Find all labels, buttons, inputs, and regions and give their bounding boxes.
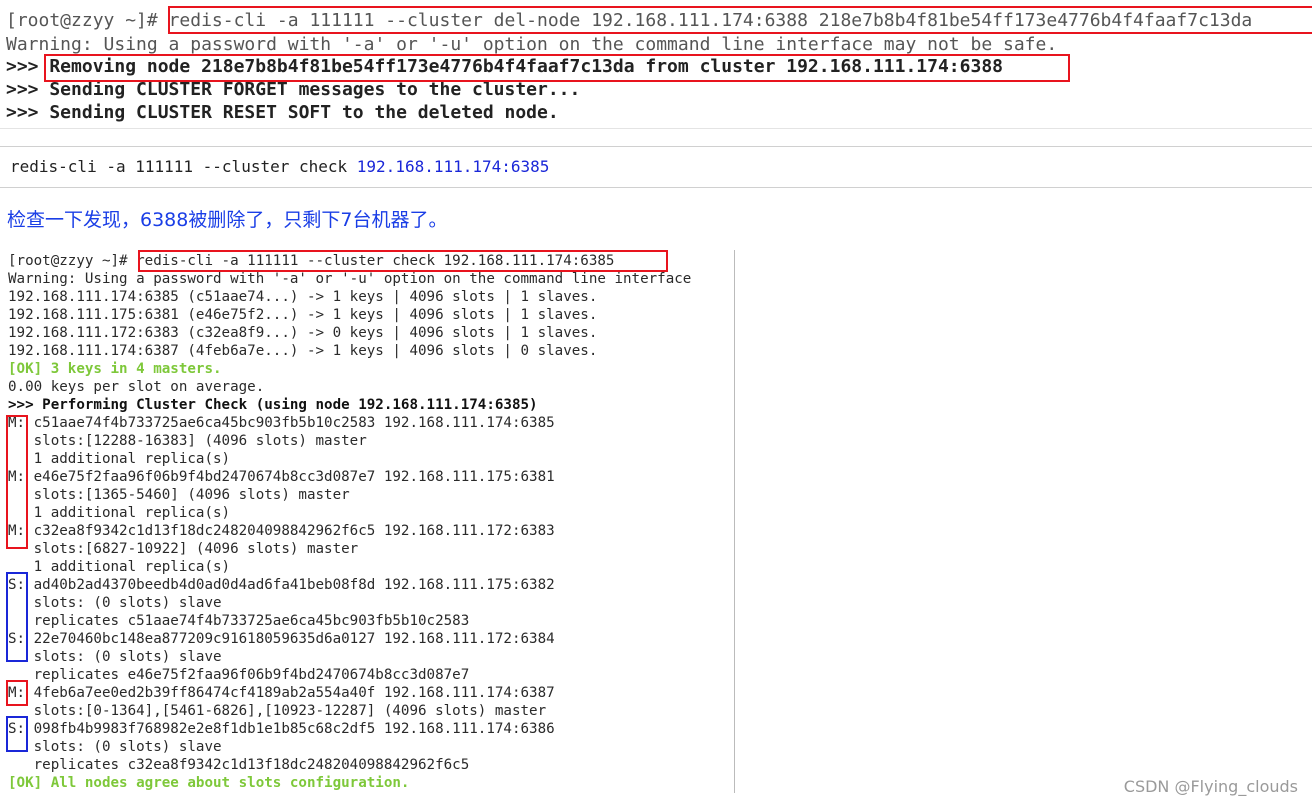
check-line-12: 1 additional replica(s) bbox=[8, 451, 231, 467]
watermark-text: CSDN @Flying_clouds bbox=[1123, 777, 1298, 796]
master-6387-highlight-box bbox=[6, 680, 28, 706]
code-text: redis-cli -a 111111 --cluster check 192.… bbox=[10, 157, 549, 176]
check-line-20: slots: (0 slots) slave bbox=[8, 595, 222, 611]
terminal-line-4: >>> Sending CLUSTER FORGET messages to t… bbox=[6, 79, 581, 100]
code-ip: 192.168.111.174:6385 bbox=[356, 157, 550, 176]
check-line-27: S: 098fb4b9983f768982e2e8f1db1e1b85c68c2… bbox=[8, 721, 555, 737]
check-line-18: 1 additional replica(s) bbox=[8, 559, 231, 575]
check-line-30: [OK] All nodes agree about slots configu… bbox=[8, 775, 410, 791]
terminal-output-cluster-check: [root@zzyy ~]# redis-cli -a 111111 --clu… bbox=[4, 250, 735, 793]
check-line-29: replicates c32ea8f9342c1d13f18dc24820409… bbox=[8, 757, 470, 773]
check-line-22: S: 22e70460bc148ea877209c91618059635d6a0… bbox=[8, 631, 555, 647]
check-line-16: M: c32ea8f9342c1d13f18dc248204098842962f… bbox=[8, 523, 555, 539]
command-highlight-box bbox=[168, 6, 1312, 34]
terminal-line-2: Warning: Using a password with '-a' or '… bbox=[6, 34, 1058, 55]
check-line-14: slots:[1365-5460] (4096 slots) master bbox=[8, 487, 350, 503]
check-line-15: 1 additional replica(s) bbox=[8, 505, 231, 521]
check-line-28: slots: (0 slots) slave bbox=[8, 739, 222, 755]
slave-6386-highlight-box bbox=[6, 716, 28, 752]
removal-highlight-box bbox=[44, 54, 1070, 82]
check-line-19: S: ad40b2ad4370beedb4d0ad0d4ad6fa41beb08… bbox=[8, 577, 555, 593]
slave-nodes-highlight-box bbox=[6, 572, 28, 662]
check-line-17: slots:[6827-10922] (4096 slots) master bbox=[8, 541, 359, 557]
code-prefix: redis-cli -a 111111 --cluster check bbox=[10, 157, 357, 176]
check-line-4: 192.168.111.175:6381 (e46e75f2...) -> 1 … bbox=[8, 307, 598, 323]
check-command-highlight-box bbox=[138, 250, 668, 272]
check-line-9: >>> Performing Cluster Check (using node… bbox=[8, 397, 538, 413]
master-nodes-highlight-box bbox=[6, 415, 28, 549]
check-line-10: M: c51aae74f4b733725ae6ca45bc903fb5b10c2… bbox=[8, 415, 555, 431]
section-divider bbox=[0, 128, 1312, 129]
check-line-7: [OK] 3 keys in 4 masters. bbox=[8, 361, 222, 377]
check-line-21: replicates c51aae74f4b733725ae6ca45bc903… bbox=[8, 613, 470, 629]
check-line-24: replicates e46e75f2faa96f06b9f4bd2470674… bbox=[8, 667, 470, 683]
check-line-25: M: 4feb6a7ee0ed2b39ff86474cf4189ab2a554a… bbox=[8, 685, 555, 701]
check-line-26: slots:[0-1364],[5461-6826],[10923-12287]… bbox=[8, 703, 547, 719]
check-line-6: 192.168.111.174:6387 (4feb6a7e...) -> 1 … bbox=[8, 343, 598, 359]
check-line-23: slots: (0 slots) slave bbox=[8, 649, 222, 665]
check-line-11: slots:[12288-16383] (4096 slots) master bbox=[8, 433, 367, 449]
check-line-5: 192.168.111.172:6383 (c32ea8f9...) -> 0 … bbox=[8, 325, 598, 341]
terminal-output-del-node: [root@zzyy ~]# redis-cli -a 111111 --clu… bbox=[0, 0, 1312, 128]
check-line-13: M: e46e75f2faa96f06b9f4bd2470674b8cc3d08… bbox=[8, 469, 555, 485]
check-line-3: 192.168.111.174:6385 (c51aae74...) -> 1 … bbox=[8, 289, 598, 305]
code-block-check-command: redis-cli -a 111111 --cluster check 192.… bbox=[0, 146, 1312, 188]
check-line-2: Warning: Using a password with '-a' or '… bbox=[8, 271, 692, 287]
shell-prompt: [root@zzyy ~]# bbox=[6, 10, 169, 31]
terminal-line-5: >>> Sending CLUSTER RESET SOFT to the de… bbox=[6, 102, 559, 123]
check-line-8: 0.00 keys per slot on average. bbox=[8, 379, 265, 395]
note-text: 检查一下发现，6388被删除了，只剩下7台机器了。 bbox=[7, 209, 448, 231]
